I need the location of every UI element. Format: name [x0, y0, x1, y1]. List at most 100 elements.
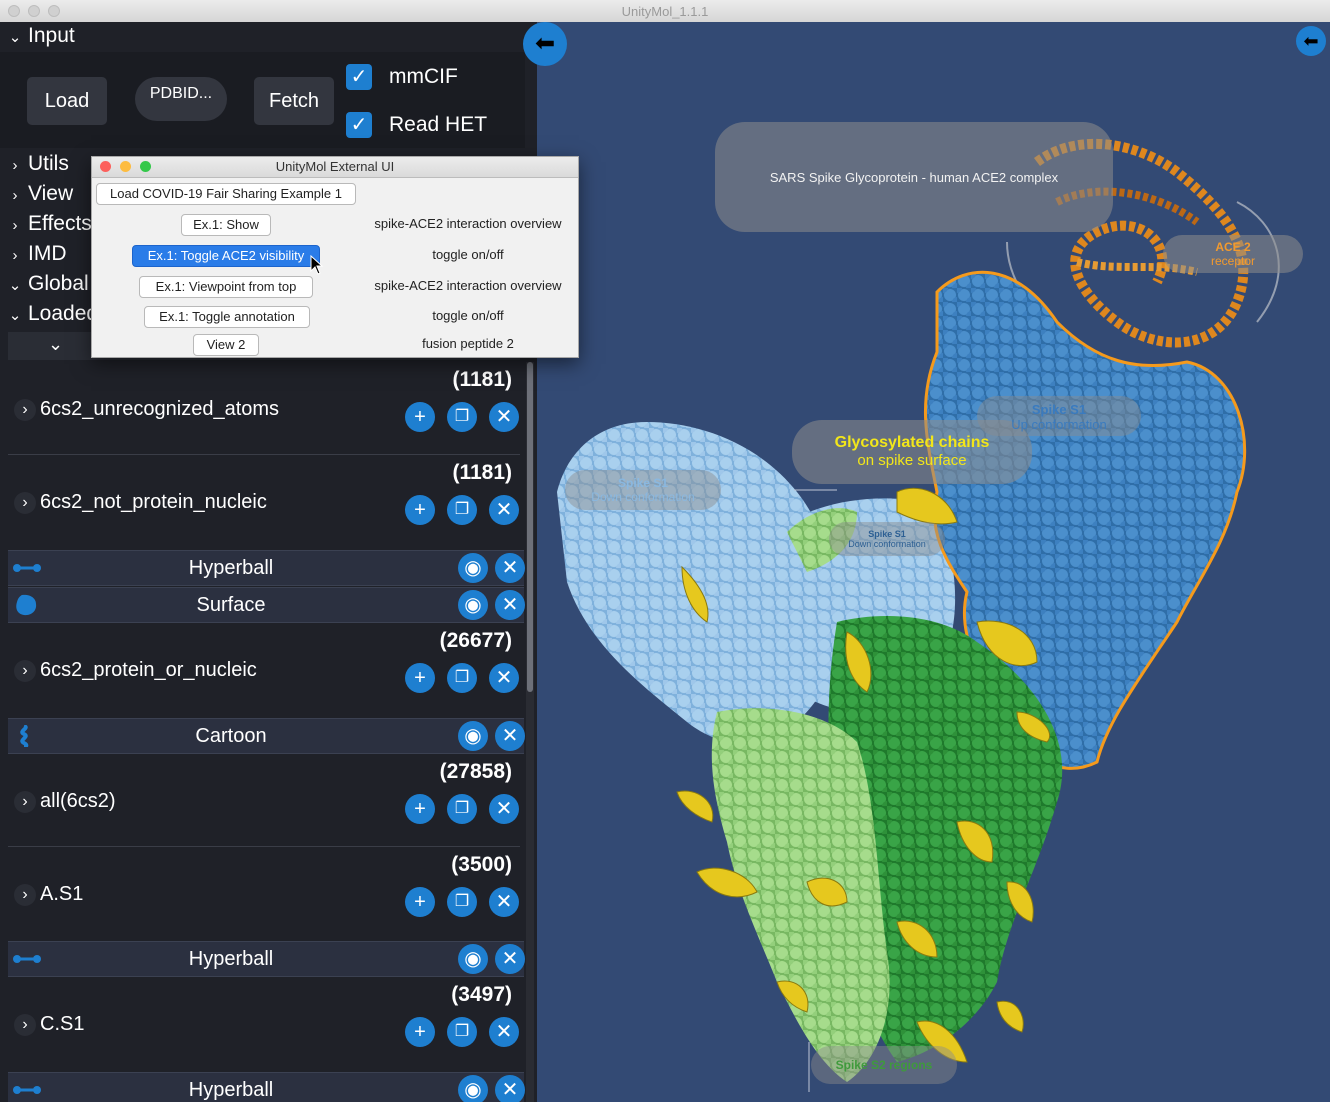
spike-s2-text: Spike S2 regions [835, 1058, 933, 1072]
chevron-right-icon[interactable]: › [14, 884, 36, 906]
eye-icon[interactable]: ◉ [458, 553, 488, 583]
add-representation-button[interactable]: + [405, 794, 435, 824]
delete-selection-button[interactable]: ✕ [489, 887, 519, 917]
fetch-button[interactable]: Fetch [254, 77, 334, 125]
chevron-down-icon: ⌄ [48, 334, 64, 354]
ex1-toggle-ace2-button[interactable]: Ex.1: Toggle ACE2 visibility [132, 245, 320, 267]
collapse-right-panel-button[interactable]: ⬅ [1296, 26, 1326, 56]
duplicate-selection-button[interactable]: ❐ [447, 887, 477, 917]
ex1-show-desc: spike-ACE2 interaction overview [374, 216, 562, 231]
selection-name[interactable]: 6cs2_not_protein_nucleic [40, 491, 267, 514]
duplicate-selection-button[interactable]: ❐ [447, 495, 477, 525]
effects-label: Effects [28, 212, 92, 235]
remove-representation-button[interactable]: ✕ [495, 553, 525, 583]
mouse-cursor-icon [310, 255, 324, 275]
spike-s2-label: Spike S2 regions [811, 1046, 957, 1084]
zoom-window-icon[interactable] [140, 161, 151, 172]
panel-scrollbar[interactable] [526, 362, 534, 1102]
ex1-show-button[interactable]: Ex.1: Show [181, 214, 271, 236]
add-representation-button[interactable]: + [405, 495, 435, 525]
minimize-window-icon[interactable] [120, 161, 131, 172]
input-section-header[interactable]: ⌄ Input [0, 24, 75, 52]
input-header-label: Input [28, 24, 75, 47]
ex1-viewpoint-top-button[interactable]: Ex.1: Viewpoint from top [139, 276, 313, 298]
chevron-right-icon: › [12, 217, 18, 234]
duplicate-selection-button[interactable]: ❐ [447, 794, 477, 824]
representation-cartoon[interactable]: Cartoon ◉ ✕ [8, 718, 525, 754]
chevron-right-icon[interactable]: › [14, 492, 36, 514]
mmcif-label: mmCIF [389, 65, 458, 88]
utils-label: Utils [28, 152, 69, 175]
chevron-right-icon[interactable]: › [14, 791, 36, 813]
representation-label: Surface [196, 594, 266, 616]
delete-selection-button[interactable]: ✕ [489, 663, 519, 693]
loaded-section-header[interactable]: ⌄ Loaded [0, 302, 98, 330]
remove-representation-button[interactable]: ✕ [495, 1075, 525, 1102]
ex1-toggle-annotation-desc: toggle on/off [432, 308, 504, 323]
selection-name[interactable]: C.S1 [40, 1013, 84, 1036]
molecule-viewport[interactable]: SARS Spike Glycoprotein - human ACE2 com… [537, 22, 1330, 1102]
selection-name[interactable]: A.S1 [40, 883, 83, 906]
add-representation-button[interactable]: + [405, 887, 435, 917]
pdbid-input[interactable]: PDBID... [135, 77, 227, 121]
external-ui-window: UnityMol External UI Load COVID-19 Fair … [91, 156, 579, 358]
representation-hyperball[interactable]: Hyperball ◉ ✕ [8, 1072, 525, 1102]
selection-name[interactable]: 6cs2_protein_or_nucleic [40, 659, 257, 682]
delete-selection-button[interactable]: ✕ [489, 495, 519, 525]
chevron-right-icon[interactable]: › [14, 660, 36, 682]
utils-section-header[interactable]: › Utils [0, 152, 69, 180]
eye-icon[interactable]: ◉ [458, 1075, 488, 1102]
eye-icon[interactable]: ◉ [458, 590, 488, 620]
eye-icon[interactable]: ◉ [458, 721, 488, 751]
view2-button[interactable]: View 2 [193, 334, 259, 356]
spike-s1-mid-label: Spike S1 Down conformation [829, 522, 945, 556]
duplicate-selection-button[interactable]: ❐ [447, 663, 477, 693]
delete-selection-button[interactable]: ✕ [489, 402, 519, 432]
external-ui-title: UnityMol External UI [275, 159, 395, 174]
representation-hyperball[interactable]: Hyperball ◉ ✕ [8, 550, 525, 586]
view2-desc: fusion peptide 2 [422, 336, 514, 351]
imd-section-header[interactable]: › IMD [0, 242, 67, 270]
remove-representation-button[interactable]: ✕ [495, 590, 525, 620]
delete-selection-button[interactable]: ✕ [489, 1017, 519, 1047]
collapse-left-panel-button[interactable]: ⬅ [523, 22, 567, 66]
global-section-header[interactable]: ⌄ Global [0, 272, 89, 300]
delete-selection-button[interactable]: ✕ [489, 794, 519, 824]
scrollbar-thumb[interactable] [527, 362, 533, 692]
main-annotation-label: SARS Spike Glycoprotein - human ACE2 com… [715, 122, 1113, 232]
close-window-icon[interactable] [100, 161, 111, 172]
chevron-down-icon: ⌄ [8, 307, 22, 324]
read-het-checkbox[interactable]: ✓ [346, 112, 372, 138]
view-section-header[interactable]: › View [0, 182, 74, 210]
remove-representation-button[interactable]: ✕ [495, 944, 525, 974]
effects-section-header[interactable]: › Effects [0, 212, 92, 240]
selection-name[interactable]: all(6cs2) [40, 790, 116, 813]
selection-name[interactable]: 6cs2_unrecognized_atoms [40, 398, 279, 421]
divider [8, 454, 520, 455]
load-button[interactable]: Load [27, 77, 107, 125]
spike-s1-mid-line2: Down conformation [848, 539, 926, 549]
representation-hyperball[interactable]: Hyperball ◉ ✕ [8, 941, 525, 977]
add-representation-button[interactable]: + [405, 663, 435, 693]
ace2-line2: receptor [1210, 254, 1256, 268]
chevron-right-icon[interactable]: › [14, 1014, 36, 1036]
ace2-line1: ACE 2 [1215, 240, 1251, 254]
selection-count: (3500) [451, 853, 512, 876]
add-representation-button[interactable]: + [405, 1017, 435, 1047]
divider [8, 846, 520, 847]
ex1-toggle-annotation-button[interactable]: Ex.1: Toggle annotation [144, 306, 310, 328]
remove-representation-button[interactable]: ✕ [495, 721, 525, 751]
duplicate-selection-button[interactable]: ❐ [447, 1017, 477, 1047]
representation-surface[interactable]: Surface ◉ ✕ [8, 587, 525, 623]
load-example-button[interactable]: Load COVID-19 Fair Sharing Example 1 [96, 183, 356, 205]
representation-label: Hyperball [188, 948, 274, 970]
add-representation-button[interactable]: + [405, 402, 435, 432]
chevron-right-icon: › [12, 187, 18, 204]
eye-icon[interactable]: ◉ [458, 944, 488, 974]
mmcif-checkbox[interactable]: ✓ [346, 64, 372, 90]
selection-count: (3497) [451, 983, 512, 1006]
ex1-toggle-ace2-desc: toggle on/off [432, 247, 504, 262]
duplicate-selection-button[interactable]: ❐ [447, 402, 477, 432]
chevron-right-icon[interactable]: › [14, 399, 36, 421]
read-het-label: Read HET [389, 113, 488, 136]
